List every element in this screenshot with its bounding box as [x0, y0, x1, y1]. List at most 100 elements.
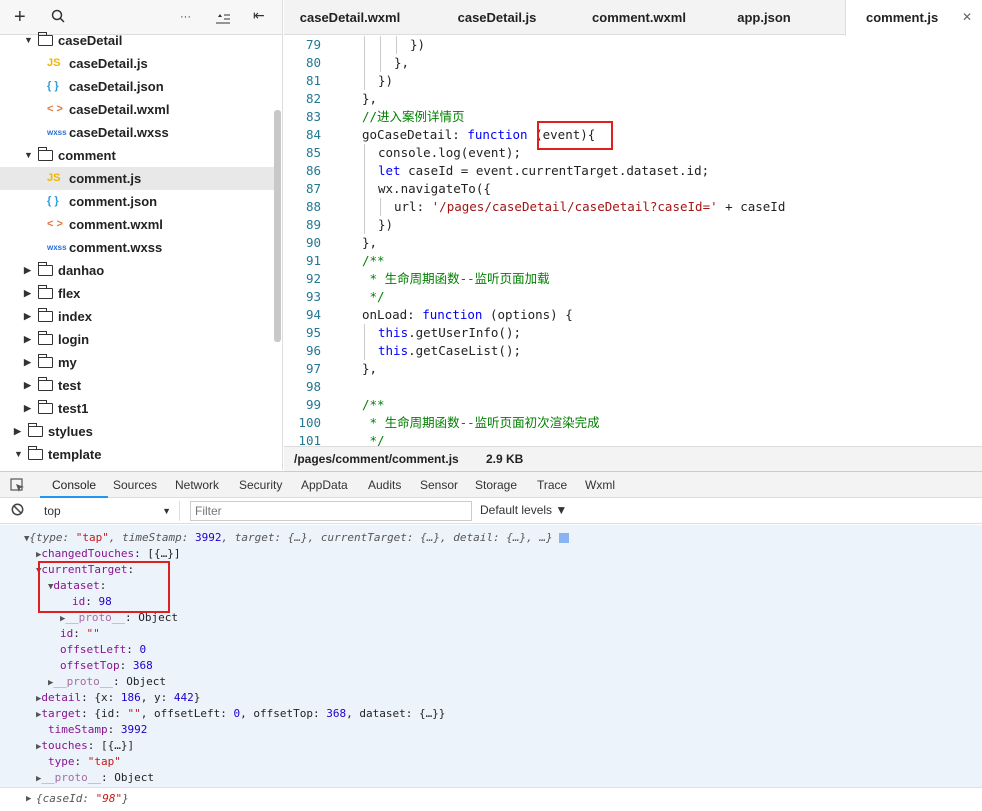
- file-casedetail-wxss[interactable]: wxss caseDetail.wxss: [0, 121, 276, 144]
- expand-arrow-icon[interactable]: ▶: [26, 788, 31, 810]
- tree-item-label: caseDetail: [58, 33, 123, 48]
- tree-item-label: flex: [58, 286, 81, 301]
- console-token: :: [119, 659, 133, 672]
- folder-danhao[interactable]: ▶ danhao: [0, 259, 276, 282]
- search-icon[interactable]: [51, 9, 65, 27]
- tree-item-label: comment.json: [69, 194, 158, 209]
- console-token: __proto__: [41, 771, 102, 784]
- tab-label: comment.js: [866, 10, 939, 25]
- file-casedetail-json[interactable]: { } caseDetail.json: [0, 75, 276, 98]
- folder-icon: [37, 147, 53, 161]
- console-tree-line: id: "": [60, 626, 100, 642]
- chevron-down-icon[interactable]: ▼: [24, 29, 33, 52]
- console-token: timeStamp: [48, 723, 108, 736]
- folder-login[interactable]: ▶ login: [0, 328, 276, 351]
- console-token: : [{…}]: [87, 739, 135, 752]
- console-token: }: [122, 792, 129, 805]
- console-tree-line[interactable]: ▶target: {id: "", offsetLeft: 0, offsetT…: [36, 706, 445, 722]
- chevron-right-icon[interactable]: ▶: [24, 259, 31, 282]
- more-icon[interactable]: ···: [180, 11, 191, 23]
- sort-icon[interactable]: [216, 11, 230, 28]
- indent-guide: [364, 216, 365, 234]
- devtools-tab-sources[interactable]: Sources: [113, 472, 157, 498]
- chevron-right-icon[interactable]: ▶: [24, 305, 31, 328]
- devtools-tab-audits[interactable]: Audits: [368, 472, 401, 498]
- code-line: 93 */: [284, 288, 982, 306]
- file-casedetail-wxml[interactable]: < > caseDetail.wxml: [0, 98, 276, 121]
- folder-template[interactable]: ▼ template: [0, 443, 276, 466]
- console-tree-line[interactable]: ▶detail: {x: 186, y: 442}: [36, 690, 200, 706]
- chevron-right-icon[interactable]: ▶: [14, 420, 21, 443]
- file-comment-wxml[interactable]: < > comment.wxml: [0, 213, 276, 236]
- console-tree-line[interactable]: ▶touches: [{…}]: [36, 738, 134, 754]
- filter-input[interactable]: [190, 501, 472, 521]
- console-tree-line[interactable]: ▶changedTouches: [{…}]: [36, 546, 181, 562]
- folder-test[interactable]: ▶ test: [0, 374, 276, 397]
- file-path: /pages/comment/comment.js: [294, 452, 459, 466]
- code-token: /**: [362, 397, 385, 412]
- console-token: target: [41, 707, 82, 720]
- console-tree-line[interactable]: ▼{type: "tap", timeStamp: 3992, target: …: [24, 530, 570, 546]
- close-icon[interactable]: ✕: [962, 0, 972, 35]
- devtools-tab-wxml[interactable]: Wxml: [585, 472, 615, 498]
- folder-index[interactable]: ▶ index: [0, 305, 276, 328]
- console-token: __proto__: [53, 675, 114, 688]
- tab-casedetail-js[interactable]: caseDetail.js: [434, 0, 560, 35]
- console-token: : [{…}]: [134, 547, 181, 560]
- chevron-right-icon[interactable]: ▶: [24, 397, 31, 420]
- tab-comment-wxml[interactable]: comment.wxml: [574, 0, 704, 35]
- file-comment-js[interactable]: JS comment.js: [0, 167, 276, 190]
- devtools-tab-appdata[interactable]: AppData: [301, 472, 348, 498]
- code-token: (options) {: [482, 307, 573, 322]
- code-line: 86 let caseId = event.currentTarget.datas…: [284, 162, 982, 180]
- folder-casedetail[interactable]: ▼ caseDetail: [0, 29, 276, 52]
- line-number: 100: [298, 415, 321, 430]
- folder-my[interactable]: ▶ my: [0, 351, 276, 374]
- inspect-element-icon[interactable]: [10, 478, 25, 496]
- devtools-tab-storage[interactable]: Storage: [475, 472, 517, 498]
- devtools-tab-sensor[interactable]: Sensor: [420, 472, 458, 498]
- console-token: : Object: [101, 771, 155, 784]
- chevron-down-icon[interactable]: ▼: [14, 443, 23, 466]
- indent-guide: [380, 54, 381, 72]
- context-select[interactable]: top ▼: [38, 501, 180, 521]
- console-log-entry[interactable]: ▶ {caseId: "98"}: [0, 787, 982, 811]
- folder-test1[interactable]: ▶ test1: [0, 397, 276, 420]
- code-line: 87 wx.navigateTo({: [284, 180, 982, 198]
- console-tree-line[interactable]: ▶__proto__: Object: [36, 770, 154, 786]
- file-comment-json[interactable]: { } comment.json: [0, 190, 276, 213]
- tab-casedetail-wxml[interactable]: caseDetail.wxml: [284, 0, 416, 35]
- clear-console-icon[interactable]: [11, 503, 24, 519]
- log-levels-select[interactable]: Default levels ▼: [480, 503, 567, 517]
- chevron-right-icon[interactable]: ▶: [24, 351, 31, 374]
- devtools-tab-network[interactable]: Network: [175, 472, 219, 498]
- context-value: top: [44, 504, 61, 518]
- tree-item-label: index: [58, 309, 92, 324]
- chevron-right-icon[interactable]: ▶: [24, 282, 31, 305]
- devtools-tab-security[interactable]: Security: [239, 472, 282, 498]
- folder-comment[interactable]: ▼ comment: [0, 144, 276, 167]
- add-icon[interactable]: +: [14, 6, 26, 29]
- collapse-icon[interactable]: ⇤: [253, 7, 265, 24]
- folder-flex[interactable]: ▶ flex: [0, 282, 276, 305]
- devtools-tab-trace[interactable]: Trace: [537, 472, 567, 498]
- tab-comment-js[interactable]: comment.js ✕: [845, 0, 982, 36]
- folder-stylues[interactable]: ▶ stylues: [0, 420, 276, 443]
- indent-guide: [364, 324, 365, 342]
- code-token: function: [467, 127, 528, 142]
- line-number: 88: [305, 199, 321, 214]
- info-icon[interactable]: [559, 533, 570, 543]
- devtools-tab-console[interactable]: Console: [40, 472, 109, 498]
- code-editor[interactable]: 79}) 80}, 81}) 82}, 83//进入案例详情页 84 goCaseDetai…: [284, 35, 982, 446]
- file-casedetail-js[interactable]: JS caseDetail.js: [0, 52, 276, 75]
- file-comment-wxss[interactable]: wxss comment.wxss: [0, 236, 276, 259]
- tree-item-label: comment: [58, 148, 116, 163]
- chevron-down-icon[interactable]: ▼: [24, 144, 33, 167]
- sidebar-scrollbar[interactable]: [274, 110, 281, 342]
- code-line: 96 this.getCaseList();: [284, 342, 982, 360]
- chevron-right-icon[interactable]: ▶: [24, 328, 31, 351]
- chevron-right-icon[interactable]: ▶: [24, 374, 31, 397]
- code-token: * 生命周期函数--监听页面初次渲染完成: [362, 415, 600, 430]
- tab-app-json[interactable]: app.json: [714, 0, 814, 35]
- console-tree-line[interactable]: ▶__proto__: Object: [48, 674, 166, 690]
